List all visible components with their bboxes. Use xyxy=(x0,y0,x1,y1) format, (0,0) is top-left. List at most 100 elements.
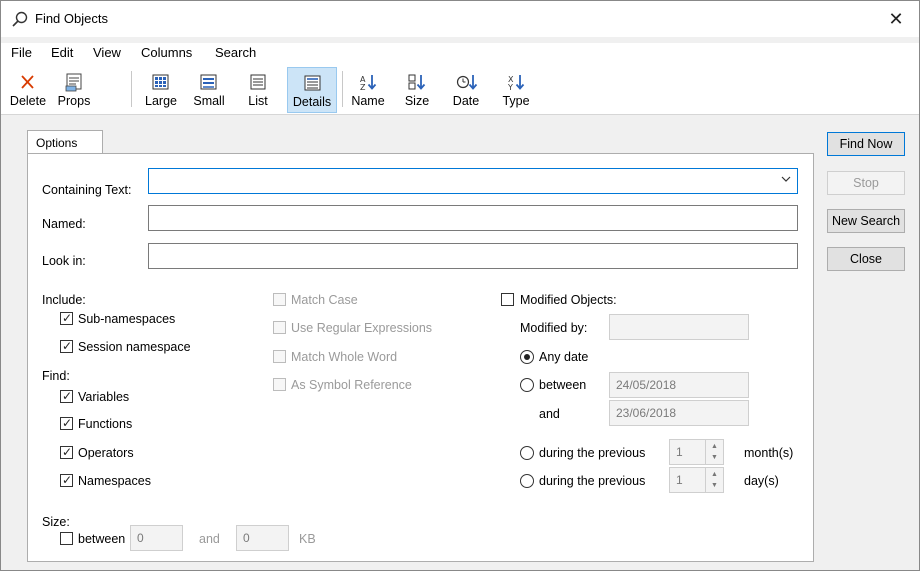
type-label: Type xyxy=(502,94,530,108)
operators-label[interactable]: Operators xyxy=(78,446,134,460)
look-in-input[interactable] xyxy=(148,243,798,269)
named-input[interactable] xyxy=(148,205,798,231)
list-view-icon xyxy=(250,74,266,90)
menu-file[interactable]: File xyxy=(11,45,32,60)
match-case-label[interactable]: Match Case xyxy=(291,293,358,307)
namespaces-checkbox[interactable]: ✓ xyxy=(60,473,73,487)
details-label: Details xyxy=(292,95,332,109)
modified-by-input[interactable] xyxy=(609,314,749,340)
radio-selected-dot xyxy=(524,354,530,360)
large-icons-button[interactable]: Large xyxy=(140,67,182,113)
date-to-input[interactable]: 23/06/2018 xyxy=(609,400,749,426)
modified-objects-label[interactable]: Modified Objects: xyxy=(520,293,617,307)
options-tab-body: Containing Text: Named: Look in: Include… xyxy=(27,153,814,562)
size-to-input[interactable]: 0 xyxy=(236,525,289,551)
details-view-icon xyxy=(304,75,321,91)
containing-text-label: Containing Text: xyxy=(42,183,132,197)
functions-checkbox[interactable]: ✓ xyxy=(60,416,73,430)
date-from-input[interactable]: 24/05/2018 xyxy=(609,372,749,398)
during-previous-days-radio[interactable] xyxy=(520,474,534,488)
sort-size-icon xyxy=(408,74,426,90)
close-button[interactable]: Close xyxy=(827,247,905,271)
delete-button[interactable]: Delete xyxy=(7,67,49,113)
check-icon: ✓ xyxy=(62,473,73,487)
toolbar-separator xyxy=(342,71,343,107)
size-label: Size: xyxy=(42,515,70,529)
sort-date-icon xyxy=(456,75,478,90)
any-date-radio[interactable] xyxy=(520,350,534,364)
variables-label[interactable]: Variables xyxy=(78,390,129,404)
date-label: Date xyxy=(452,94,480,108)
size-from-input[interactable]: 0 xyxy=(130,525,183,551)
any-date-label[interactable]: Any date xyxy=(539,350,588,364)
stop-button[interactable]: Stop xyxy=(827,171,905,195)
check-icon: ✓ xyxy=(62,416,73,430)
sort-by-type-button[interactable]: X Y Type xyxy=(495,67,537,113)
during-previous-months-label[interactable]: during the previous xyxy=(539,446,645,460)
title-bar: Find Objects ✕ xyxy=(1,1,919,37)
menu-columns[interactable]: Columns xyxy=(141,45,192,60)
chevron-down-icon[interactable] xyxy=(781,174,791,184)
between-dates-label[interactable]: between xyxy=(539,378,586,392)
toolbar: Delete Props Large Small List Details A … xyxy=(1,65,919,115)
new-search-button[interactable]: New Search xyxy=(827,209,905,233)
find-label: Find: xyxy=(42,369,70,383)
between-dates-radio[interactable] xyxy=(520,378,534,392)
stepper-arrows-icon[interactable]: ▲ ▼ xyxy=(705,468,723,492)
delete-label: Delete xyxy=(9,94,47,108)
small-icons-button[interactable]: Small xyxy=(187,67,231,113)
during-previous-months-radio[interactable] xyxy=(520,446,534,460)
namespaces-label[interactable]: Namespaces xyxy=(78,474,151,488)
days-stepper[interactable]: 1 ▲ ▼ xyxy=(669,467,724,493)
named-label: Named: xyxy=(42,217,86,231)
menu-bar: File Edit View Columns Search xyxy=(1,43,919,65)
during-previous-days-label[interactable]: during the previous xyxy=(539,474,645,488)
as-symbol-reference-label[interactable]: As Symbol Reference xyxy=(291,378,412,392)
stepper-arrows-icon[interactable]: ▲ ▼ xyxy=(705,440,723,464)
tab-options[interactable]: Options xyxy=(27,130,103,154)
check-icon: ✓ xyxy=(62,389,73,403)
menu-edit[interactable]: Edit xyxy=(51,45,73,60)
session-namespace-label[interactable]: Session namespace xyxy=(78,340,191,354)
sort-by-size-button[interactable]: Size xyxy=(397,67,437,113)
operators-checkbox[interactable]: ✓ xyxy=(60,445,73,459)
use-regex-label[interactable]: Use Regular Expressions xyxy=(291,321,432,335)
list-button[interactable]: List xyxy=(237,67,279,113)
close-window-icon[interactable]: ✕ xyxy=(873,1,919,37)
days-value: 1 xyxy=(676,473,683,487)
sub-namespaces-checkbox[interactable]: ✓ xyxy=(60,311,73,325)
match-whole-word-label[interactable]: Match Whole Word xyxy=(291,350,397,364)
match-case-checkbox[interactable] xyxy=(273,293,286,306)
toolbar-separator xyxy=(131,71,132,107)
size-between-label[interactable]: between xyxy=(78,532,125,546)
sort-by-date-button[interactable]: Date xyxy=(445,67,487,113)
variables-checkbox[interactable]: ✓ xyxy=(60,389,73,403)
session-namespace-checkbox[interactable]: ✓ xyxy=(60,339,73,353)
small-icons-icon xyxy=(200,74,217,90)
as-symbol-reference-checkbox[interactable] xyxy=(273,378,286,391)
and-label: and xyxy=(539,407,560,421)
months-stepper[interactable]: 1 ▲ ▼ xyxy=(669,439,724,465)
functions-label[interactable]: Functions xyxy=(78,417,132,431)
props-label: Props xyxy=(57,94,91,108)
match-whole-word-checkbox[interactable] xyxy=(273,350,286,363)
delete-icon xyxy=(21,75,34,89)
svg-text:Y: Y xyxy=(507,83,513,92)
size-between-checkbox[interactable] xyxy=(60,532,73,545)
details-button[interactable]: Details xyxy=(287,67,337,113)
sub-namespaces-label[interactable]: Sub-namespaces xyxy=(78,312,175,326)
menu-view[interactable]: View xyxy=(93,45,121,60)
svg-text:Z: Z xyxy=(360,83,366,92)
menu-search[interactable]: Search xyxy=(215,45,256,60)
search-icon xyxy=(12,11,28,27)
sort-by-name-button[interactable]: A Z Name xyxy=(347,67,389,113)
modified-objects-checkbox[interactable] xyxy=(501,293,514,306)
name-label: Name xyxy=(351,94,385,108)
size-and-label: and xyxy=(199,532,220,546)
props-button[interactable]: Props xyxy=(53,67,95,113)
size-unit-label: KB xyxy=(299,532,316,546)
find-now-button[interactable]: Find Now xyxy=(827,132,905,156)
use-regex-checkbox[interactable] xyxy=(273,321,286,334)
containing-text-combo[interactable] xyxy=(148,168,798,194)
find-objects-window: Find Objects ✕ File Edit View Columns Se… xyxy=(0,0,920,571)
